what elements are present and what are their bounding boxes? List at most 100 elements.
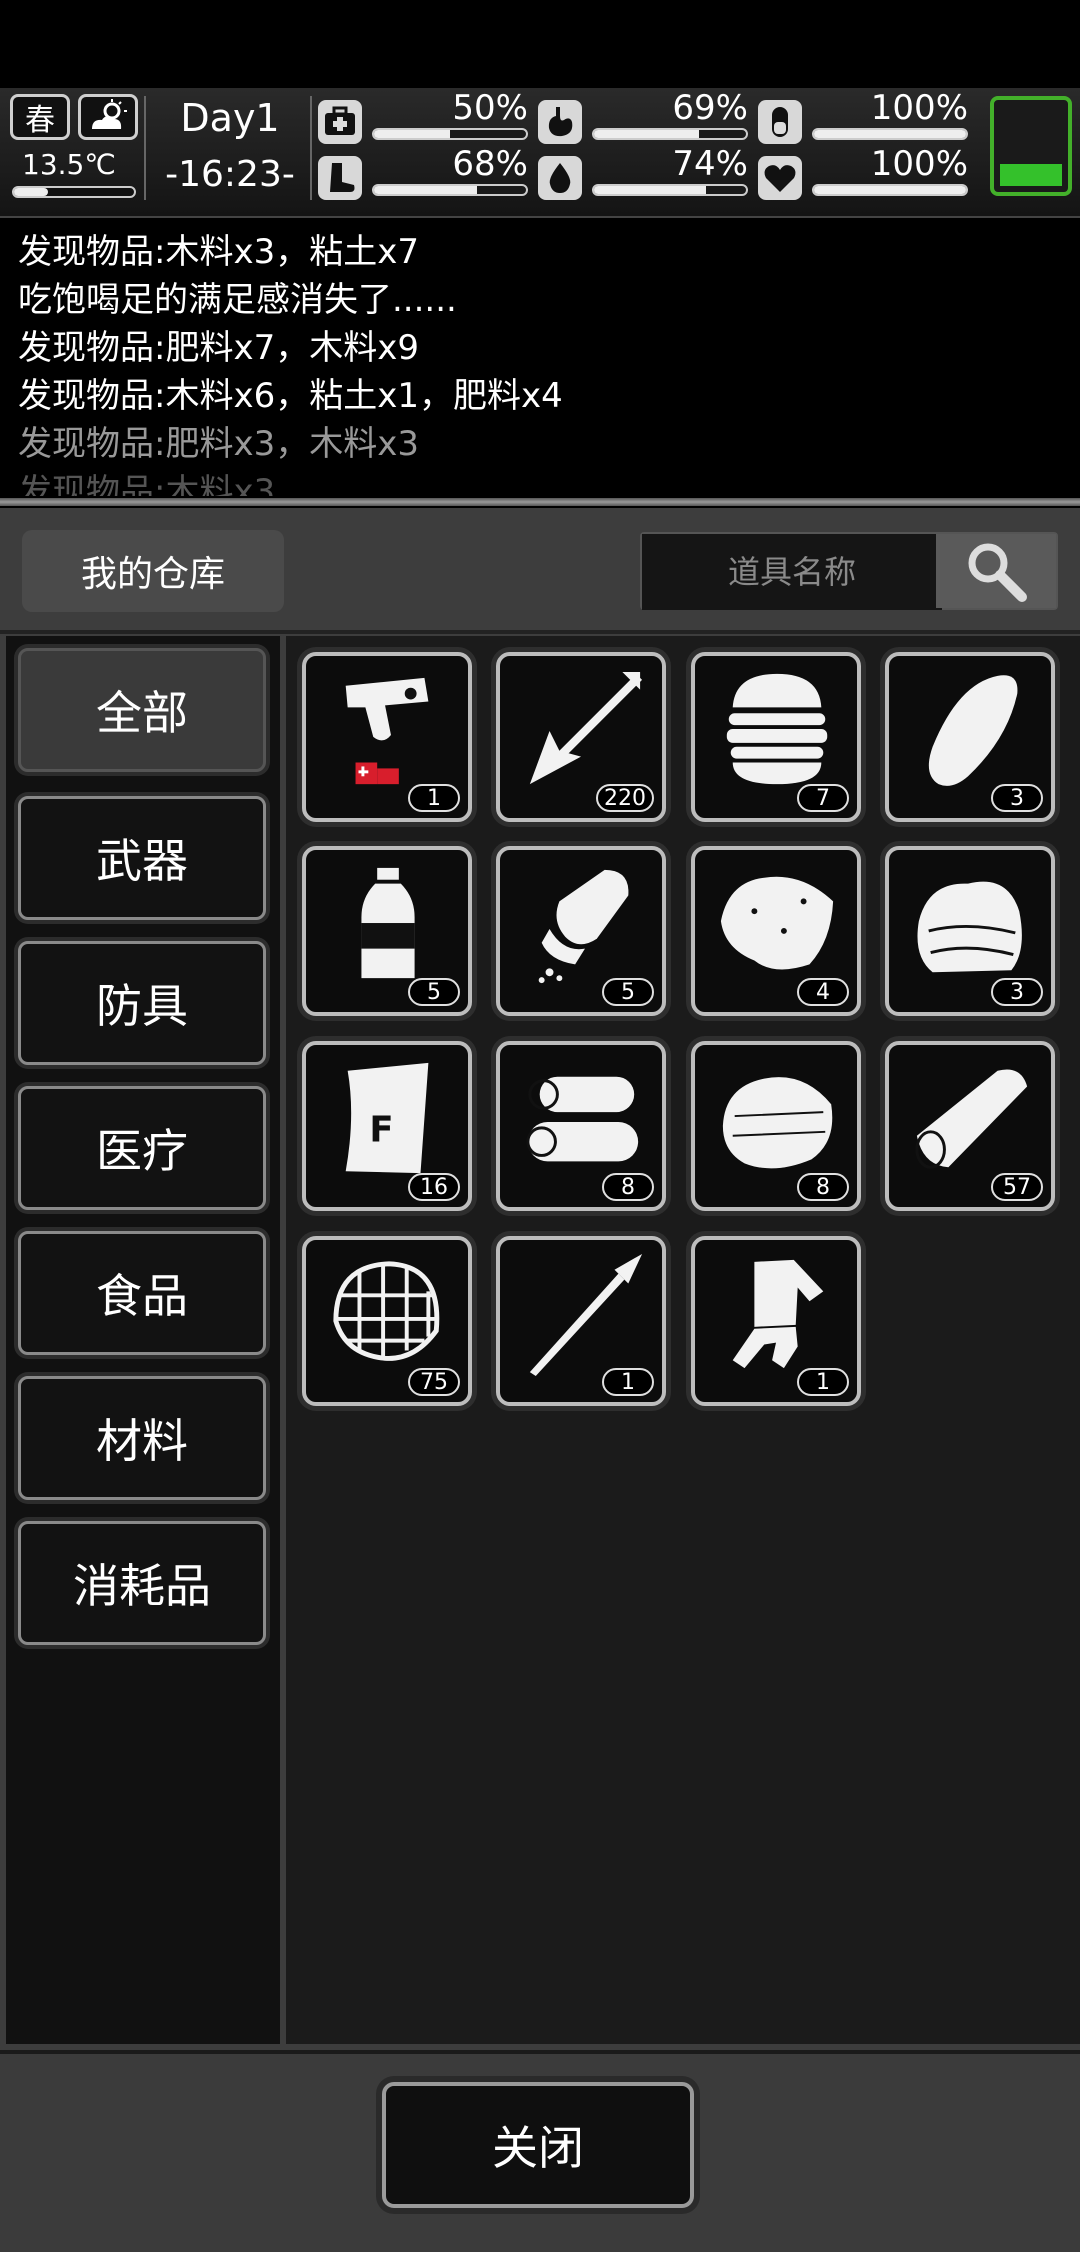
search-bar bbox=[640, 532, 1058, 610]
water-drop-icon bbox=[538, 156, 582, 200]
inventory-slot[interactable]: 57 bbox=[885, 1041, 1055, 1211]
category-sidebar: 全部 武器 防具 医疗 食品 材料 消耗品 bbox=[6, 636, 280, 2044]
season-badge: 春 bbox=[10, 94, 70, 140]
inventory-slot[interactable]: 4 bbox=[691, 846, 861, 1016]
stat-bar bbox=[592, 128, 748, 140]
stat-bar-fill bbox=[374, 186, 478, 194]
medkit-icon bbox=[318, 100, 362, 144]
item-count-badge: 220 bbox=[596, 784, 654, 812]
item-count-badge: 5 bbox=[408, 978, 460, 1006]
inventory-slot[interactable]: 1 bbox=[691, 1236, 861, 1406]
spear-icon bbox=[529, 1253, 643, 1377]
stat-percent: 74% bbox=[672, 144, 748, 184]
item-count-badge: 1 bbox=[408, 784, 460, 812]
time-label: -16:23- bbox=[165, 154, 295, 195]
inventory-slot[interactable]: 1 bbox=[302, 652, 472, 822]
stat-percent: 100% bbox=[870, 144, 968, 184]
inventory-slot[interactable]: F 16 bbox=[302, 1041, 472, 1211]
ore-rock-icon bbox=[720, 876, 834, 970]
log-line: 吃饱喝足的满足感消失了...... bbox=[18, 280, 457, 320]
event-log: 发现物品:木料x3，粘土x7 吃饱喝足的满足感消失了...... 发现物品:肥料… bbox=[18, 228, 1058, 496]
category-armor[interactable]: 防具 bbox=[18, 941, 266, 1065]
svg-text:F: F bbox=[369, 1110, 393, 1151]
stat-bar-fill bbox=[594, 186, 707, 194]
stat-percent: 100% bbox=[870, 88, 968, 128]
temperature-bar bbox=[12, 186, 136, 198]
close-button[interactable]: 关闭 bbox=[382, 2082, 694, 2208]
search-input[interactable] bbox=[642, 534, 942, 610]
stat-bar bbox=[812, 128, 968, 140]
battery-indicator bbox=[990, 96, 1072, 196]
log-line: 发现物品:肥料x7，木料x9 bbox=[18, 328, 419, 368]
stat-percent: 68% bbox=[452, 144, 528, 184]
flare-gun-icon bbox=[345, 677, 429, 785]
heart-icon bbox=[758, 156, 802, 200]
search-icon bbox=[968, 543, 1027, 602]
log-line: 发现物品:木料x3 bbox=[18, 472, 276, 496]
inventory-slot[interactable]: 3 bbox=[885, 652, 1055, 822]
item-count-badge: 57 bbox=[991, 1173, 1043, 1201]
salt-shaker-icon bbox=[538, 869, 629, 984]
item-count-badge: 7 bbox=[797, 784, 849, 812]
net-icon bbox=[333, 1261, 440, 1361]
item-count-badge: 5 bbox=[602, 978, 654, 1006]
day-label: Day1 bbox=[180, 96, 280, 140]
category-weapons[interactable]: 武器 bbox=[18, 796, 266, 920]
stat-bar bbox=[372, 184, 528, 196]
bread-icon bbox=[928, 675, 1018, 786]
category-food[interactable]: 食品 bbox=[18, 1231, 266, 1355]
category-consumables[interactable]: 消耗品 bbox=[18, 1521, 266, 1645]
stat-percent: 69% bbox=[672, 88, 748, 128]
item-count-badge: 4 bbox=[797, 978, 849, 1006]
fiber-icon bbox=[722, 1077, 833, 1169]
log-divider bbox=[0, 498, 1080, 506]
cloth-icon bbox=[917, 881, 1022, 973]
item-count-badge: 8 bbox=[602, 1173, 654, 1201]
divider bbox=[310, 96, 312, 200]
inventory-slot[interactable]: 8 bbox=[496, 1041, 666, 1211]
temperature-label: 13.5℃ bbox=[22, 148, 116, 181]
log-line: 发现物品:肥料x3，木料x3 bbox=[18, 424, 419, 464]
arrow-icon bbox=[529, 671, 643, 785]
log-line: 发现物品:木料x3，粘土x7 bbox=[18, 232, 419, 272]
inventory-slot[interactable]: 220 bbox=[496, 652, 666, 822]
divider bbox=[0, 630, 1080, 634]
stat-bar bbox=[372, 128, 528, 140]
item-count-badge: 1 bbox=[602, 1368, 654, 1396]
foot-icon bbox=[318, 156, 362, 200]
inventory-slot[interactable]: 3 bbox=[885, 846, 1055, 1016]
stat-bar-fill bbox=[594, 130, 699, 138]
category-medical[interactable]: 医疗 bbox=[18, 1086, 266, 1210]
clothes-icon bbox=[732, 1259, 824, 1369]
inventory-slot[interactable]: 5 bbox=[496, 846, 666, 1016]
logs-icon bbox=[526, 1076, 639, 1162]
item-count-badge: 16 bbox=[408, 1173, 460, 1201]
stomach-icon bbox=[538, 100, 582, 144]
warehouse-title: 我的仓库 bbox=[22, 530, 284, 612]
inventory-slot[interactable]: 7 bbox=[691, 652, 861, 822]
item-count-badge: 75 bbox=[408, 1368, 460, 1396]
stat-bar bbox=[592, 184, 748, 196]
item-count-badge: 8 bbox=[797, 1173, 849, 1201]
fertilizer-bag-icon: F bbox=[345, 1062, 429, 1174]
category-all[interactable]: 全部 bbox=[18, 648, 266, 772]
weather-icon bbox=[78, 94, 138, 140]
burger-icon bbox=[726, 673, 828, 785]
stat-bar-fill bbox=[374, 130, 450, 138]
water-bottle-icon bbox=[361, 867, 415, 979]
inventory-slot[interactable]: 8 bbox=[691, 1041, 861, 1211]
item-count-badge: 3 bbox=[991, 978, 1043, 1006]
category-materials[interactable]: 材料 bbox=[18, 1376, 266, 1500]
inventory-slot[interactable]: 1 bbox=[496, 1236, 666, 1406]
stat-percent: 50% bbox=[452, 88, 528, 128]
item-count-badge: 3 bbox=[991, 784, 1043, 812]
inventory-slot[interactable]: 75 bbox=[302, 1236, 472, 1406]
divider bbox=[144, 96, 146, 200]
pill-icon bbox=[758, 100, 802, 144]
wood-plank-icon bbox=[915, 1069, 1028, 1169]
item-count-badge: 1 bbox=[797, 1368, 849, 1396]
battery-level bbox=[1000, 164, 1062, 186]
search-button[interactable] bbox=[936, 534, 1056, 608]
stat-bar-fill bbox=[814, 130, 966, 138]
inventory-slot[interactable]: 5 bbox=[302, 846, 472, 1016]
